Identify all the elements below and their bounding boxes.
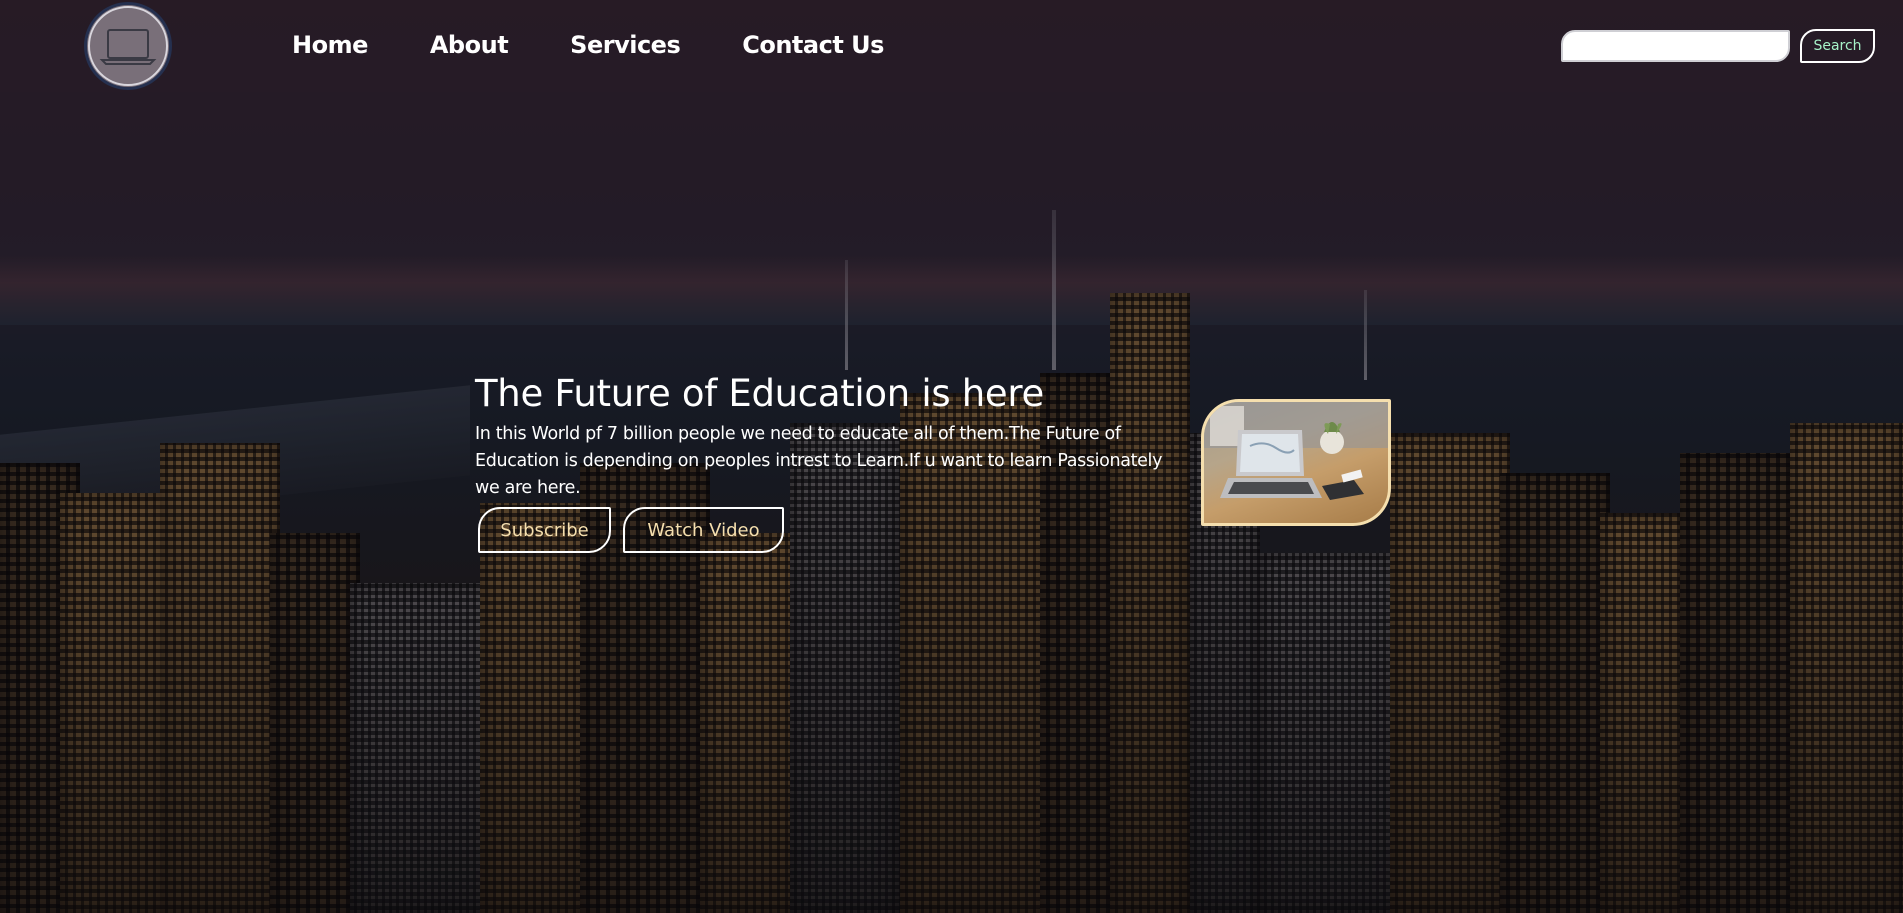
nav-item-contact-us[interactable]: Contact Us bbox=[742, 27, 884, 63]
search-button[interactable]: Search bbox=[1800, 29, 1875, 63]
laptop-on-desk-image bbox=[1201, 399, 1391, 526]
laptop-icon bbox=[99, 29, 157, 65]
main-nav: Home About Services Contact Us bbox=[292, 27, 946, 63]
hero-buttons: Subscribe Watch Video bbox=[478, 507, 784, 553]
laptop-photo-illustration bbox=[1204, 402, 1388, 500]
header: Home About Services Contact Us Search bbox=[0, 0, 1903, 92]
watch-video-button[interactable]: Watch Video bbox=[623, 507, 784, 553]
nav-item-home[interactable]: Home bbox=[292, 27, 368, 63]
logo[interactable] bbox=[84, 2, 172, 90]
hero-section: The Future of Education is here In this … bbox=[475, 367, 1175, 553]
logo-ring bbox=[88, 6, 168, 86]
hero-title: The Future of Education is here bbox=[475, 372, 1044, 415]
search-input[interactable] bbox=[1561, 30, 1790, 62]
page: Home About Services Contact Us Search Th… bbox=[0, 0, 1903, 913]
nav-item-services[interactable]: Services bbox=[570, 27, 681, 63]
hero-description: In this World pf 7 billion people we nee… bbox=[475, 424, 1163, 498]
subscribe-button[interactable]: Subscribe bbox=[478, 507, 611, 553]
nav-item-about[interactable]: About bbox=[430, 27, 509, 63]
